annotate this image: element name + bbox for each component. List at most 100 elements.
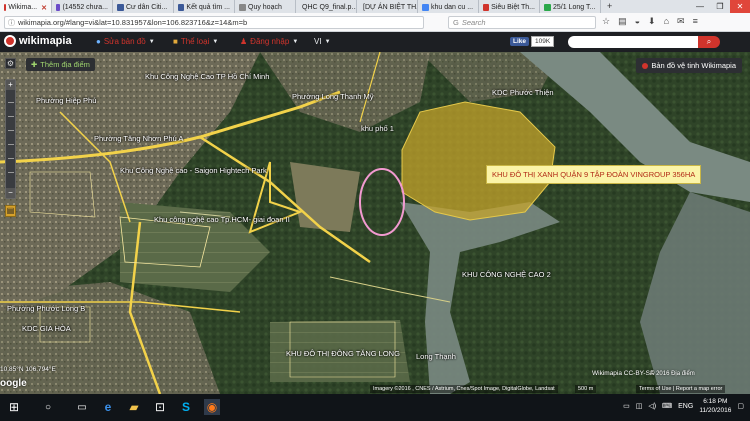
map-label[interactable]: KHU CÔNG NGHỆ CAO 2 — [462, 270, 551, 279]
satellite-map[interactable]: ✚ Thêm địa điểm ⚙ + − ▤ Bản đồ vệ tinh W… — [0, 52, 750, 394]
keyboard-icon[interactable]: ⌨ — [662, 402, 672, 410]
chevron-down-icon: ▼ — [212, 38, 219, 45]
satellite-map-toggle[interactable]: Bản đồ vệ tinh Wikimapia — [636, 58, 742, 73]
map-label[interactable]: Phường Hiệp Phú — [36, 96, 96, 105]
map-label[interactable]: Phường Long Thạnh Mỹ — [292, 92, 374, 101]
task-view-button[interactable]: ▭ — [74, 399, 90, 415]
layers-button[interactable]: ▤ — [5, 205, 16, 217]
close-tab-icon[interactable]: ✕ — [41, 4, 47, 12]
copyright-text: © 2016 Địa điểm — [650, 371, 695, 377]
language-indicator[interactable]: ENG — [678, 403, 693, 410]
battery-icon[interactable]: ▭ — [623, 402, 630, 410]
wikimapia-search-input[interactable] — [568, 36, 698, 48]
firefox-app[interactable]: ◉ — [204, 399, 220, 415]
browser-tab[interactable]: (14552 chưa... — [52, 0, 113, 13]
zoom-tick — [8, 130, 14, 131]
zoom-slider[interactable]: + − — [5, 79, 16, 199]
menu-icon[interactable]: ≡ — [693, 16, 698, 27]
map-label[interactable]: KHU ĐÔ THỊ ĐÔNG TĂNG LONG — [286, 349, 400, 358]
browser-tab[interactable]: QHC Q9_final.p... — [296, 0, 357, 13]
clock[interactable]: 6:18 PM 11/20/2016 — [699, 397, 731, 415]
search-icon: G — [453, 18, 459, 27]
chevron-down-icon: ▼ — [292, 38, 299, 45]
map-label[interactable]: Long Thạnh — [416, 352, 456, 361]
menu-categories-label: Thể loại — [180, 37, 210, 46]
maximize-button[interactable]: ❐ — [710, 0, 730, 13]
zoom-in-button[interactable]: + — [6, 80, 15, 90]
menu-edit-map[interactable]: ● Sửa bản đồ ▼ — [96, 37, 155, 46]
file-explorer-app[interactable]: ▰ — [126, 399, 142, 415]
notifications-icon[interactable]: ▢ — [737, 402, 744, 410]
new-tab-button[interactable]: + — [601, 0, 618, 13]
terms-link[interactable]: Terms of Use | Report a map error — [636, 385, 726, 393]
tab-favicon-icon — [56, 4, 61, 11]
task-view-icon: ▭ — [77, 401, 87, 413]
map-label[interactable]: Khu công nghệ cao Tp.HCM- giai đoạn II — [154, 215, 290, 224]
facebook-like-widget[interactable]: Like 109K — [510, 36, 555, 47]
pocket-icon[interactable]: ◒ — [635, 16, 640, 27]
add-place-button[interactable]: ✚ Thêm địa điểm — [26, 58, 95, 71]
map-label[interactable]: Phường Tăng Nhơn Phú A — [94, 134, 183, 143]
firefox-icon: ◉ — [206, 400, 218, 414]
search-icon: ⌕ — [706, 37, 712, 46]
address-bar[interactable]: ⓘ wikimapia.org/#lang=vi&lat=10.831957&l… — [4, 16, 424, 29]
star-icon[interactable]: ☆ — [602, 16, 610, 27]
menu-categories[interactable]: ■ Thể loại ▼ — [173, 37, 218, 46]
edge-app[interactable]: e — [100, 399, 116, 415]
facebook-like-button[interactable]: Like — [510, 37, 530, 46]
store-app[interactable]: ⊡ — [152, 399, 168, 415]
folder-icon: ▰ — [129, 400, 139, 414]
menu-login-label: Đăng nhập — [250, 37, 290, 46]
map-label[interactable]: Phường Phước Long B — [7, 304, 85, 313]
project-callout[interactable]: KHU ĐÔ THỊ XANH QUẬN 9 TẬP ĐOÀN VINGROUP… — [486, 165, 702, 184]
license-text[interactable]: Wikimapia CC-BY-SA — [592, 370, 654, 377]
chat-icon[interactable]: ✉ — [677, 16, 685, 27]
wikimapia-logo[interactable]: wikimapia — [4, 35, 72, 47]
clock-date: 11/20/2016 — [699, 407, 732, 414]
skype-app[interactable]: S — [178, 399, 194, 415]
wikimapia-search-button[interactable]: ⌕ — [698, 36, 720, 48]
minimize-button[interactable]: — — [690, 0, 710, 13]
logo-text: wikimapia — [19, 35, 72, 47]
map-label[interactable]: KDC GIA HÒA — [22, 324, 71, 333]
facebook-like-count: 109K — [531, 36, 555, 47]
browser-tab[interactable]: Quy hoạch — [235, 0, 296, 13]
tab-label: Siêu Biệt Th... — [491, 4, 535, 11]
tab-label: Quy hoạch — [248, 4, 282, 11]
tab-label: [DỰ ÁN BIỆT TH... — [363, 4, 418, 11]
browser-tab[interactable]: Cư dân Citi... — [113, 0, 174, 13]
browser-tab[interactable]: Wikima... ✕ — [0, 0, 52, 13]
map-label[interactable]: KDC Phước Thiện — [492, 88, 554, 97]
settings-gear-button[interactable]: ⚙ — [5, 58, 16, 69]
network-icon[interactable]: ◫ — [636, 402, 643, 410]
taskbar-search-button[interactable]: ○ — [40, 399, 56, 415]
tab-label: Wikima... — [8, 4, 38, 11]
windows-start-button[interactable]: ⊞ — [6, 399, 22, 415]
browser-tab[interactable]: Siêu Biệt Th... — [479, 0, 540, 13]
map-label[interactable]: khu phố 1 — [361, 124, 394, 133]
system-tray: ▭ ◫ ◁) ⌨ ENG 6:18 PM 11/20/2016 ▢ — [623, 397, 744, 415]
zoom-out-button[interactable]: − — [6, 188, 15, 198]
browser-search-input[interactable]: G Search — [448, 16, 596, 29]
tab-label: 25/1 Long T... — [553, 4, 596, 11]
reading-list-icon[interactable]: ▤ — [618, 16, 627, 27]
menu-login[interactable]: ♟ Đăng nhập ▼ — [240, 37, 298, 46]
tab-favicon-icon — [117, 4, 124, 11]
map-imagery — [0, 52, 750, 394]
scale-bar: 500 m — [575, 385, 597, 393]
close-window-button[interactable]: ✕ — [730, 0, 750, 13]
browser-tab[interactable]: [DỰ ÁN BIỆT TH... — [357, 0, 418, 13]
tab-label: khu dan cu ... — [431, 4, 474, 11]
browser-tab[interactable]: 25/1 Long T... — [540, 0, 601, 13]
download-icon[interactable]: ⬇ — [648, 16, 656, 27]
home-icon[interactable]: ⌂ — [664, 16, 669, 27]
menu-language[interactable]: VI ▼ — [314, 37, 331, 46]
map-label[interactable]: Khu Công Nghệ cao - Saigon Hightech Park — [120, 166, 267, 175]
browser-tab[interactable]: Kết quả tìm ... — [174, 0, 235, 13]
browser-tab[interactable]: khu dan cu ... — [418, 0, 479, 13]
map-label[interactable]: Khu Công Nghệ Cao TP Hồ Chí Minh — [145, 72, 269, 81]
info-icon[interactable]: ⓘ — [8, 18, 15, 28]
volume-icon[interactable]: ◁) — [648, 402, 656, 410]
tab-label: Cư dân Citi... — [126, 4, 168, 11]
zoom-tick — [8, 144, 14, 145]
